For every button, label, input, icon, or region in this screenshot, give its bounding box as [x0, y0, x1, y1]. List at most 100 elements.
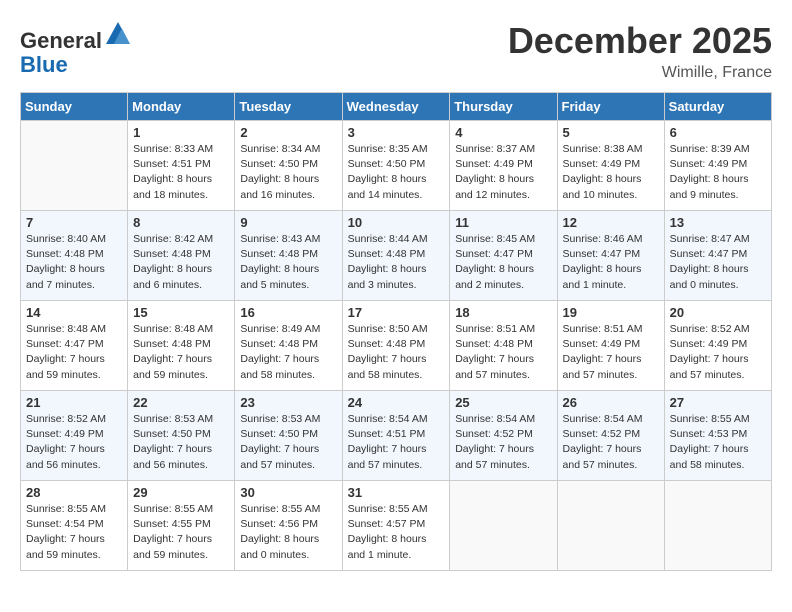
day-info: Sunrise: 8:38 AM Sunset: 4:49 PM Dayligh… [563, 142, 659, 203]
day-info: Sunrise: 8:48 AM Sunset: 4:47 PM Dayligh… [26, 322, 122, 383]
day-number: 27 [670, 395, 766, 410]
day-info: Sunrise: 8:54 AM Sunset: 4:51 PM Dayligh… [348, 412, 445, 473]
logo-icon [104, 20, 132, 48]
calendar-cell: 22 Sunrise: 8:53 AM Sunset: 4:50 PM Dayli… [128, 391, 235, 481]
day-number: 9 [240, 215, 336, 230]
day-info: Sunrise: 8:53 AM Sunset: 4:50 PM Dayligh… [240, 412, 336, 473]
day-info: Sunrise: 8:54 AM Sunset: 4:52 PM Dayligh… [455, 412, 551, 473]
day-number: 8 [133, 215, 229, 230]
day-number: 5 [563, 125, 659, 140]
day-info: Sunrise: 8:34 AM Sunset: 4:50 PM Dayligh… [240, 142, 336, 203]
logo-general: General [20, 28, 102, 53]
day-number: 12 [563, 215, 659, 230]
calendar-cell: 4Sunrise: 8:37 AM Sunset: 4:49 PM Daylig… [450, 121, 557, 211]
calendar-cell: 25 Sunrise: 8:54 AM Sunset: 4:52 PM Dayli… [450, 391, 557, 481]
day-info: Sunrise: 8:46 AM Sunset: 4:47 PM Dayligh… [563, 232, 659, 293]
day-info: Sunrise: 8:50 AM Sunset: 4:48 PM Dayligh… [348, 322, 445, 383]
day-info: Sunrise: 8:49 AM Sunset: 4:48 PM Dayligh… [240, 322, 336, 383]
day-number: 2 [240, 125, 336, 140]
day-number: 16 [240, 305, 336, 320]
day-number: 24 [348, 395, 445, 410]
calendar-cell: 11 Sunrise: 8:45 AM Sunset: 4:47 PM Dayli… [450, 211, 557, 301]
calendar-cell: 23 Sunrise: 8:53 AM Sunset: 4:50 PM Dayli… [235, 391, 342, 481]
day-info: Sunrise: 8:39 AM Sunset: 4:49 PM Dayligh… [670, 142, 766, 203]
header-cell-saturday: Saturday [664, 93, 771, 121]
day-number: 29 [133, 485, 229, 500]
day-number: 25 [455, 395, 551, 410]
calendar-cell: 12 Sunrise: 8:46 AM Sunset: 4:47 PM Dayli… [557, 211, 664, 301]
day-number: 3 [348, 125, 445, 140]
day-number: 19 [563, 305, 659, 320]
calendar-cell: 1Sunrise: 8:33 AM Sunset: 4:51 PM Daylig… [128, 121, 235, 211]
header-row: SundayMondayTuesdayWednesdayThursdayFrid… [21, 93, 772, 121]
day-number: 22 [133, 395, 229, 410]
calendar-cell: 17 Sunrise: 8:50 AM Sunset: 4:48 PM Dayli… [342, 301, 450, 391]
day-number: 14 [26, 305, 122, 320]
day-info: Sunrise: 8:55 AM Sunset: 4:57 PM Dayligh… [348, 502, 445, 563]
calendar-cell [21, 121, 128, 211]
day-info: Sunrise: 8:42 AM Sunset: 4:48 PM Dayligh… [133, 232, 229, 293]
day-number: 21 [26, 395, 122, 410]
calendar-cell: 19 Sunrise: 8:51 AM Sunset: 4:49 PM Dayli… [557, 301, 664, 391]
header-cell-wednesday: Wednesday [342, 93, 450, 121]
logo-blue: Blue [20, 52, 68, 77]
day-number: 4 [455, 125, 551, 140]
day-number: 7 [26, 215, 122, 230]
location: Wimille, France [508, 64, 772, 82]
title-block: December 2025 Wimille, France [508, 20, 772, 82]
calendar-cell: 24 Sunrise: 8:54 AM Sunset: 4:51 PM Dayli… [342, 391, 450, 481]
calendar-cell [664, 481, 771, 571]
calendar-cell: 20 Sunrise: 8:52 AM Sunset: 4:49 PM Dayli… [664, 301, 771, 391]
calendar-cell: 6 Sunrise: 8:39 AM Sunset: 4:49 PM Daylig… [664, 121, 771, 211]
calendar-cell: 5 Sunrise: 8:38 AM Sunset: 4:49 PM Daylig… [557, 121, 664, 211]
calendar-cell: 27Sunrise: 8:55 AM Sunset: 4:53 PM Dayli… [664, 391, 771, 481]
calendar-cell: 10 Sunrise: 8:44 AM Sunset: 4:48 PM Dayli… [342, 211, 450, 301]
calendar-cell [450, 481, 557, 571]
week-row-4: 21 Sunrise: 8:52 AM Sunset: 4:49 PM Dayli… [21, 391, 772, 481]
calendar-cell: 15 Sunrise: 8:48 AM Sunset: 4:48 PM Dayli… [128, 301, 235, 391]
week-row-3: 14 Sunrise: 8:48 AM Sunset: 4:47 PM Dayli… [21, 301, 772, 391]
week-row-1: 1Sunrise: 8:33 AM Sunset: 4:51 PM Daylig… [21, 121, 772, 211]
calendar-cell: 16 Sunrise: 8:49 AM Sunset: 4:48 PM Dayli… [235, 301, 342, 391]
day-number: 6 [670, 125, 766, 140]
day-number: 10 [348, 215, 445, 230]
day-info: Sunrise: 8:55 AM Sunset: 4:55 PM Dayligh… [133, 502, 229, 563]
calendar-cell: 31 Sunrise: 8:55 AM Sunset: 4:57 PM Dayli… [342, 481, 450, 571]
header-cell-friday: Friday [557, 93, 664, 121]
calendar-cell: 13 Sunrise: 8:47 AM Sunset: 4:47 PM Dayli… [664, 211, 771, 301]
calendar-cell: 14 Sunrise: 8:48 AM Sunset: 4:47 PM Dayli… [21, 301, 128, 391]
header-cell-tuesday: Tuesday [235, 93, 342, 121]
day-info: Sunrise: 8:51 AM Sunset: 4:49 PM Dayligh… [563, 322, 659, 383]
day-number: 17 [348, 305, 445, 320]
calendar-cell [557, 481, 664, 571]
day-number: 15 [133, 305, 229, 320]
calendar-cell: 18Sunrise: 8:51 AM Sunset: 4:48 PM Dayli… [450, 301, 557, 391]
day-number: 11 [455, 215, 551, 230]
week-row-5: 28Sunrise: 8:55 AM Sunset: 4:54 PM Dayli… [21, 481, 772, 571]
day-info: Sunrise: 8:47 AM Sunset: 4:47 PM Dayligh… [670, 232, 766, 293]
day-number: 23 [240, 395, 336, 410]
day-number: 20 [670, 305, 766, 320]
day-info: Sunrise: 8:52 AM Sunset: 4:49 PM Dayligh… [670, 322, 766, 383]
calendar-cell: 8 Sunrise: 8:42 AM Sunset: 4:48 PM Daylig… [128, 211, 235, 301]
day-number: 13 [670, 215, 766, 230]
day-info: Sunrise: 8:53 AM Sunset: 4:50 PM Dayligh… [133, 412, 229, 473]
calendar-cell: 28Sunrise: 8:55 AM Sunset: 4:54 PM Dayli… [21, 481, 128, 571]
day-info: Sunrise: 8:51 AM Sunset: 4:48 PM Dayligh… [455, 322, 551, 383]
day-info: Sunrise: 8:44 AM Sunset: 4:48 PM Dayligh… [348, 232, 445, 293]
day-info: Sunrise: 8:54 AM Sunset: 4:52 PM Dayligh… [563, 412, 659, 473]
day-info: Sunrise: 8:48 AM Sunset: 4:48 PM Dayligh… [133, 322, 229, 383]
day-info: Sunrise: 8:43 AM Sunset: 4:48 PM Dayligh… [240, 232, 336, 293]
day-info: Sunrise: 8:45 AM Sunset: 4:47 PM Dayligh… [455, 232, 551, 293]
calendar-cell: 2 Sunrise: 8:34 AM Sunset: 4:50 PM Daylig… [235, 121, 342, 211]
day-info: Sunrise: 8:52 AM Sunset: 4:49 PM Dayligh… [26, 412, 122, 473]
calendar-cell: 29 Sunrise: 8:55 AM Sunset: 4:55 PM Dayli… [128, 481, 235, 571]
calendar-cell: 26Sunrise: 8:54 AM Sunset: 4:52 PM Dayli… [557, 391, 664, 481]
logo: General Blue [20, 20, 132, 77]
day-info: Sunrise: 8:55 AM Sunset: 4:56 PM Dayligh… [240, 502, 336, 563]
calendar-cell: 21 Sunrise: 8:52 AM Sunset: 4:49 PM Dayli… [21, 391, 128, 481]
header-cell-thursday: Thursday [450, 93, 557, 121]
day-number: 31 [348, 485, 445, 500]
day-info: Sunrise: 8:55 AM Sunset: 4:54 PM Dayligh… [26, 502, 122, 563]
day-info: Sunrise: 8:40 AM Sunset: 4:48 PM Dayligh… [26, 232, 122, 293]
